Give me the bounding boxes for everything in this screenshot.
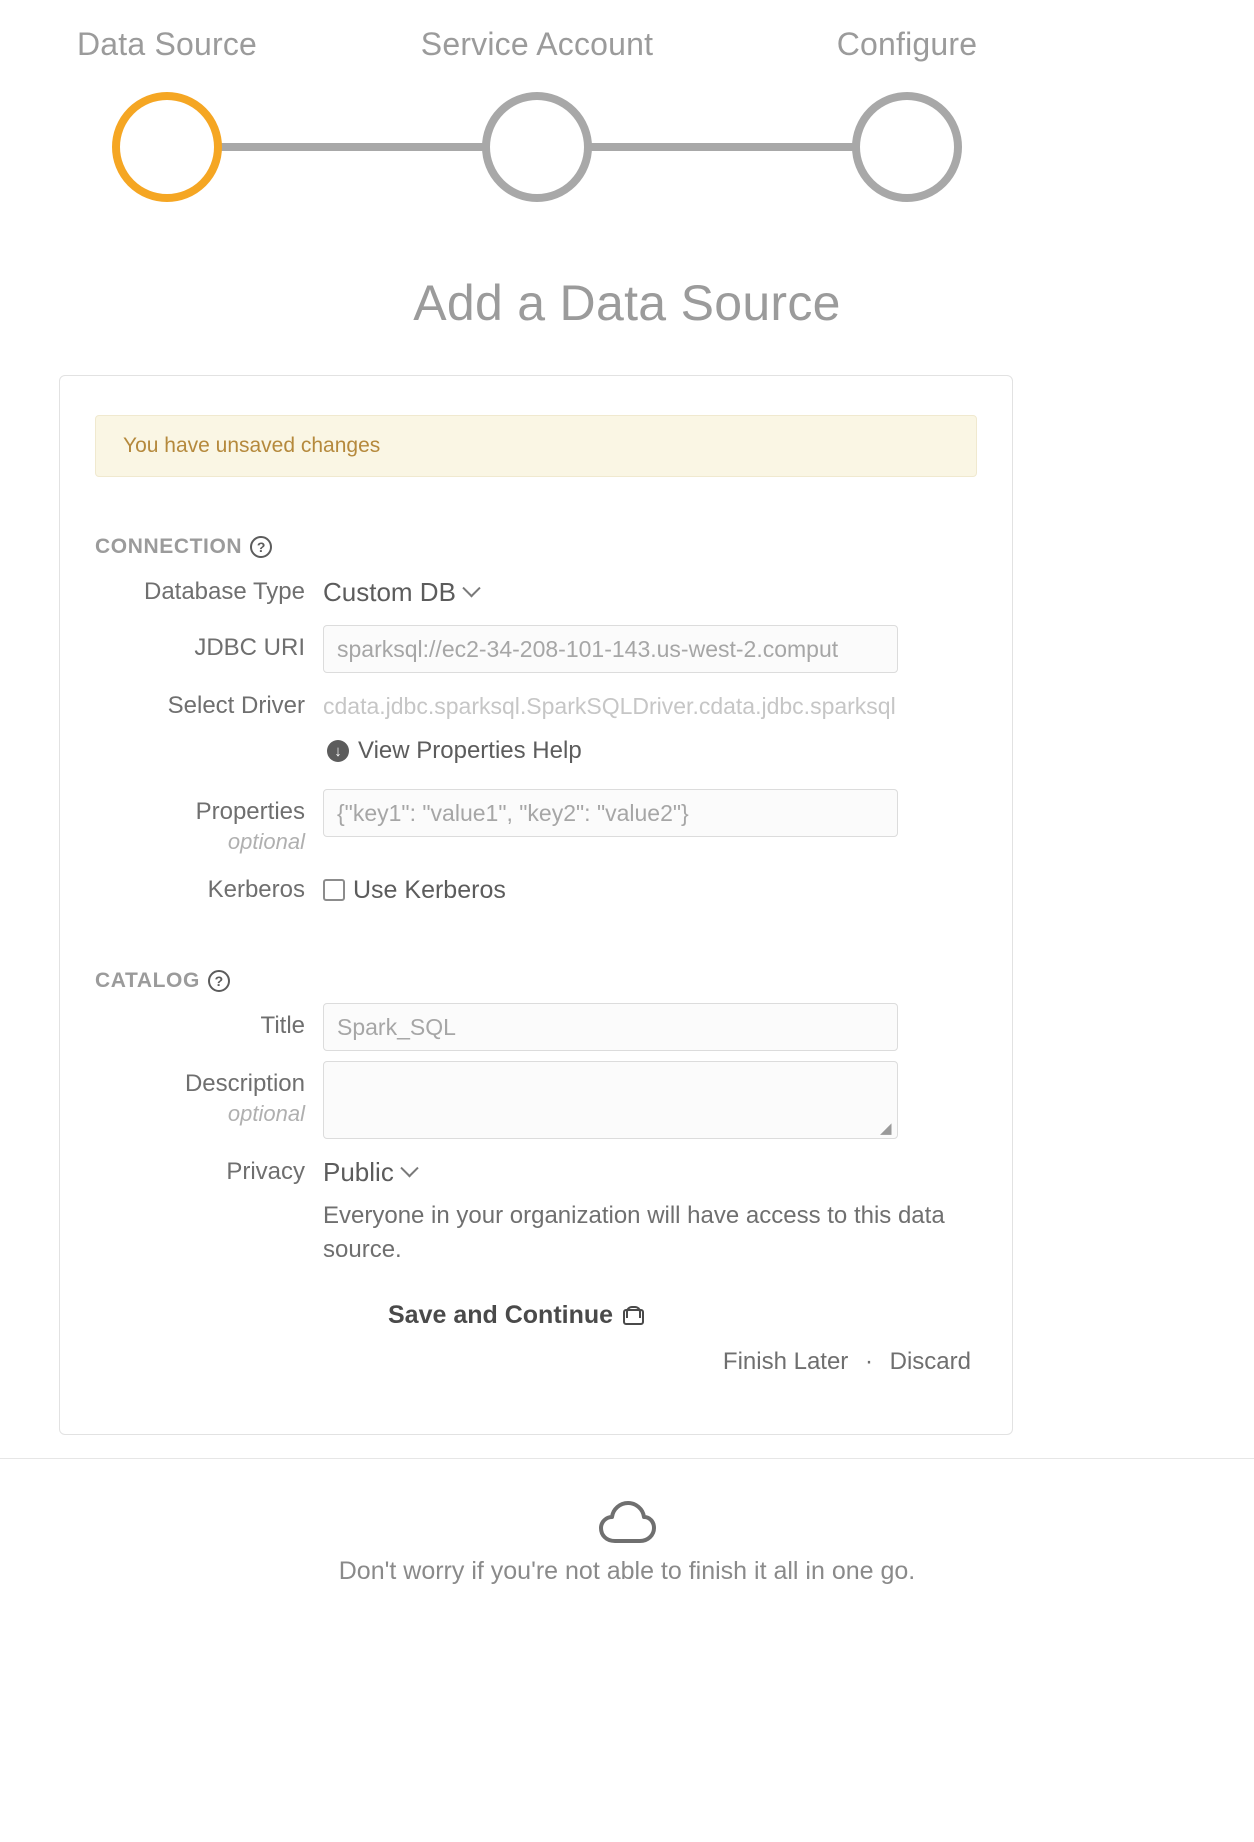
database-type-value: Custom DB bbox=[323, 577, 456, 607]
privacy-label: Privacy bbox=[226, 1158, 305, 1185]
save-row: Save and Continue bbox=[95, 1301, 977, 1330]
title-input[interactable]: Spark_SQL bbox=[323, 1003, 898, 1051]
jdbc-uri-label: JDBC URI bbox=[194, 634, 305, 661]
row-properties: Properties optional {"key1": "value1", "… bbox=[95, 789, 977, 857]
row-title: Title Spark_SQL bbox=[95, 1003, 977, 1051]
step-circle-data-source[interactable] bbox=[112, 92, 222, 202]
unsaved-changes-alert: You have unsaved changes bbox=[95, 415, 977, 477]
privacy-value: Public bbox=[323, 1157, 394, 1187]
description-label-text: Description bbox=[184, 1070, 305, 1097]
use-kerberos-label: Use Kerberos bbox=[353, 876, 506, 904]
database-type-label: Database Type bbox=[143, 578, 305, 605]
row-database-type: Database Type Custom DB bbox=[95, 569, 977, 615]
chevron-down-icon bbox=[400, 1158, 419, 1177]
unsaved-changes-alert-text: You have unsaved changes bbox=[123, 434, 381, 457]
description-textarea[interactable]: ◢ bbox=[323, 1061, 898, 1139]
row-description: Description optional ◢ bbox=[95, 1061, 977, 1139]
catalog-section-heading: CATALOG ? bbox=[95, 969, 977, 993]
use-kerberos-checkbox-row[interactable]: Use Kerberos bbox=[323, 867, 977, 913]
action-separator: · bbox=[864, 1348, 873, 1375]
finish-later-link[interactable]: Finish Later bbox=[723, 1348, 848, 1375]
page-footer: Don't worry if you're not able to finish… bbox=[0, 1458, 1254, 1586]
select-driver-select[interactable]: cdata.jdbc.sparksql.SparkSQLDriver.cdata… bbox=[323, 683, 943, 729]
view-properties-help-label: View Properties Help bbox=[358, 737, 582, 764]
connection-section-heading: CONNECTION ? bbox=[95, 535, 977, 559]
row-kerberos: Kerberos Use Kerberos bbox=[95, 867, 977, 913]
stepper-labels: Data Source Service Account Configure bbox=[0, 26, 1254, 74]
catalog-heading-label: CATALOG bbox=[95, 969, 200, 992]
properties-optional-note: optional bbox=[227, 829, 305, 854]
step-circle-service-account[interactable] bbox=[482, 92, 592, 202]
discard-link[interactable]: Discard bbox=[890, 1348, 971, 1375]
lock-icon bbox=[623, 1306, 645, 1325]
view-properties-help-link[interactable]: ↓ View Properties Help bbox=[327, 737, 582, 765]
footer-message: Don't worry if you're not able to finish… bbox=[338, 1557, 916, 1585]
database-type-select[interactable]: Custom DB bbox=[323, 569, 481, 615]
jdbc-uri-input[interactable]: sparksql://ec2-34-208-101-143.us-west-2.… bbox=[323, 625, 898, 673]
chevron-down-icon bbox=[462, 578, 481, 597]
connection-heading-label: CONNECTION bbox=[95, 535, 243, 558]
save-and-continue-label: Save and Continue bbox=[388, 1301, 614, 1329]
data-source-form-card: You have unsaved changes CONNECTION ? Da… bbox=[59, 375, 1013, 1435]
download-circle-icon: ↓ bbox=[327, 740, 349, 762]
row-select-driver: Select Driver cdata.jdbc.sparksql.SparkS… bbox=[95, 683, 977, 779]
properties-label-text: Properties bbox=[195, 798, 305, 825]
question-circle-icon[interactable]: ? bbox=[250, 536, 273, 558]
step-circle-configure[interactable] bbox=[852, 92, 962, 202]
properties-input[interactable]: {"key1": "value1", "key2": "value2"} bbox=[323, 789, 898, 837]
step-label-configure: Configure bbox=[836, 26, 978, 62]
row-jdbc-uri: JDBC URI sparksql://ec2-34-208-101-143.u… bbox=[95, 625, 977, 673]
cloud-icon bbox=[599, 1501, 656, 1543]
save-and-continue-button[interactable]: Save and Continue bbox=[388, 1301, 645, 1330]
secondary-actions: Finish Later · Discard bbox=[95, 1348, 977, 1376]
step-label-service-account: Service Account bbox=[420, 26, 654, 62]
description-label: Description optional bbox=[95, 1061, 323, 1129]
privacy-description: Everyone in your organization will have … bbox=[323, 1202, 945, 1263]
properties-label: Properties optional bbox=[95, 789, 323, 857]
page-title: Add a Data Source bbox=[413, 275, 841, 331]
step-label-data-source: Data Source bbox=[76, 26, 258, 62]
use-kerberos-checkbox[interactable] bbox=[323, 879, 345, 901]
description-optional-note: optional bbox=[227, 1101, 305, 1126]
kerberos-label: Kerberos bbox=[207, 876, 305, 903]
privacy-select[interactable]: Public bbox=[323, 1149, 419, 1195]
resize-grip-icon[interactable]: ◢ bbox=[880, 1121, 894, 1136]
stepper-track bbox=[0, 82, 1254, 212]
question-circle-icon[interactable]: ? bbox=[207, 970, 230, 992]
title-label: Title bbox=[260, 1012, 305, 1039]
select-driver-label: Select Driver bbox=[167, 692, 305, 719]
row-privacy: Privacy Public Everyone in your organiza… bbox=[95, 1149, 977, 1267]
progress-stepper: Data Source Service Account Configure bbox=[0, 0, 1254, 212]
